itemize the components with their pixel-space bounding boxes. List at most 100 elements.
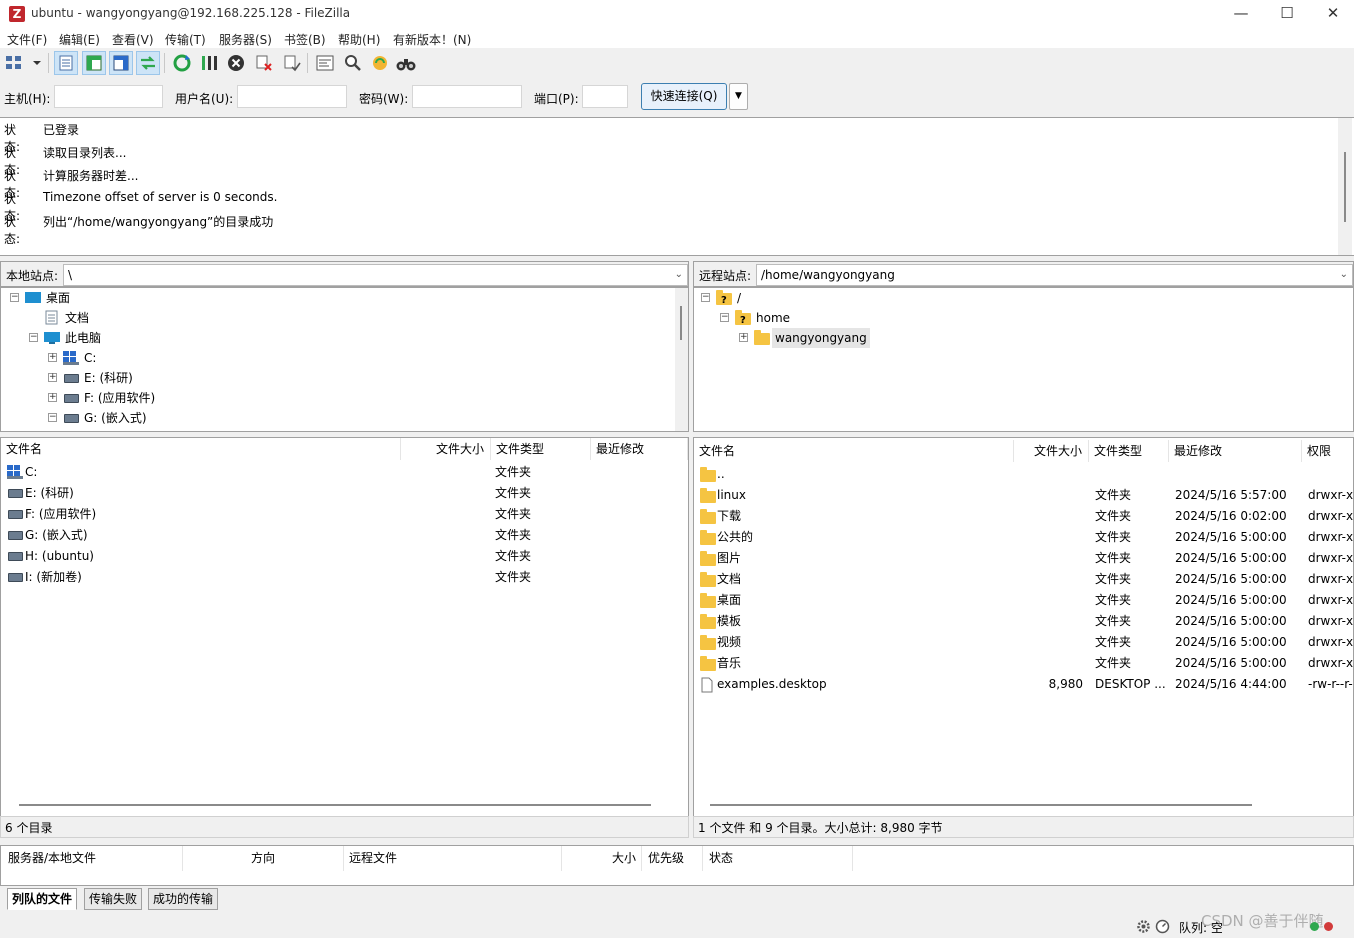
local-list-hscrollbar[interactable] bbox=[19, 804, 651, 806]
file-row[interactable]: 桌面 文件夹 2024/5/16 5:00:00 drwxr-xr bbox=[694, 590, 1353, 611]
local-path-input[interactable]: \ ⌄ bbox=[63, 264, 688, 286]
quickconnect-history-dropdown[interactable]: ▼ bbox=[729, 83, 748, 110]
directory-listing-filter-button[interactable] bbox=[313, 51, 337, 75]
queue-column-server-local-file[interactable]: 服务器/本地文件 bbox=[1, 846, 183, 871]
menu-transfer[interactable]: 传输(T) bbox=[165, 31, 206, 48]
remote-file-list[interactable]: 文件名 文件大小 文件类型 最近修改 权限 ˆ .. linux 文件夹 202… bbox=[693, 437, 1354, 817]
file-row[interactable]: F: (应用软件) 文件夹 bbox=[1, 504, 688, 525]
refresh-button[interactable] bbox=[170, 51, 194, 75]
tree-item[interactable]: + F: (应用软件) bbox=[1, 388, 671, 408]
chevron-down-icon[interactable]: ⌄ bbox=[1340, 265, 1348, 285]
column-header-type[interactable]: 文件类型 bbox=[1089, 440, 1169, 462]
disconnect-button[interactable] bbox=[252, 51, 276, 75]
column-header-size[interactable]: 文件大小 bbox=[401, 438, 491, 460]
queue-column-size[interactable]: 大小 bbox=[562, 846, 642, 871]
toggle-log-button[interactable] bbox=[54, 51, 78, 75]
toggle-queue-button[interactable] bbox=[136, 51, 160, 75]
menu-file[interactable]: 文件(F) bbox=[7, 31, 47, 48]
search-remote-files-button[interactable] bbox=[394, 51, 418, 75]
tree-item[interactable]: + C: bbox=[1, 348, 671, 368]
local-tree-scrollbar[interactable] bbox=[675, 288, 688, 431]
host-input[interactable] bbox=[54, 85, 163, 108]
expand-icon[interactable]: + bbox=[48, 393, 57, 402]
tab-successful-transfers[interactable]: 成功的传输 bbox=[148, 888, 219, 910]
file-row[interactable]: 下载 文件夹 2024/5/16 0:02:00 drwxr-xr bbox=[694, 506, 1353, 527]
file-row[interactable]: 视频 文件夹 2024/5/16 5:00:00 drwxr-xr bbox=[694, 632, 1353, 653]
maximize-icon[interactable]: ☐ bbox=[1264, 0, 1310, 28]
remote-list-hscrollbar[interactable] bbox=[710, 804, 1252, 806]
tree-item[interactable]: − 此电脑 bbox=[1, 328, 671, 348]
file-row[interactable]: 图片 文件夹 2024/5/16 5:00:00 drwxr-xr bbox=[694, 548, 1353, 569]
tree-item[interactable]: − ? / bbox=[694, 288, 1334, 308]
minimize-icon[interactable]: — bbox=[1218, 0, 1264, 28]
transfer-queue[interactable]: 服务器/本地文件 方向 远程文件 大小 优先级 状态 bbox=[0, 845, 1354, 886]
message-log[interactable]: 状态: 已登录 状态: 读取目录列表... 状态: 计算服务器时差... 状态: Tim… bbox=[0, 117, 1354, 256]
collapse-icon[interactable]: − bbox=[701, 293, 710, 302]
username-input[interactable] bbox=[237, 85, 347, 108]
column-header-modified[interactable]: 最近修改 bbox=[591, 438, 688, 460]
file-row[interactable]: 音乐 文件夹 2024/5/16 5:00:00 drwxr-xr bbox=[694, 653, 1353, 674]
file-row[interactable]: H: (ubuntu) 文件夹 bbox=[1, 546, 688, 567]
tab-failed-transfers[interactable]: 传输失败 bbox=[84, 888, 143, 910]
tree-item[interactable]: − ? home bbox=[694, 308, 1334, 328]
scrollbar-thumb[interactable] bbox=[1344, 152, 1346, 222]
log-scrollbar[interactable] bbox=[1338, 118, 1352, 255]
compare-directories-button[interactable] bbox=[341, 51, 365, 75]
queue-column-remote-file[interactable]: 远程文件 bbox=[344, 846, 562, 871]
cancel-operation-button[interactable] bbox=[224, 51, 248, 75]
quickconnect-button[interactable]: 快速连接(Q) bbox=[641, 83, 727, 110]
password-input[interactable] bbox=[412, 85, 522, 108]
toggle-remote-tree-button[interactable] bbox=[109, 51, 133, 75]
queue-column-status[interactable]: 状态 bbox=[703, 846, 853, 871]
local-file-list[interactable]: 文件名 文件大小 文件类型 最近修改 ˆ C: 文件夹 E: (科研) 文件夹 … bbox=[0, 437, 689, 817]
queue-column-direction[interactable]: 方向 bbox=[183, 846, 344, 871]
collapse-icon[interactable]: − bbox=[48, 413, 57, 422]
remote-path-input[interactable]: /home/wangyongyang ⌄ bbox=[756, 264, 1353, 286]
local-directory-tree[interactable]: − 桌面 文档 − 此电脑 + C: + E: (科研) + F: (应用软件)… bbox=[0, 287, 689, 432]
column-header-size[interactable]: 文件大小 bbox=[1014, 440, 1089, 462]
menu-new-version[interactable]: 有新版本！(N) bbox=[393, 31, 471, 48]
file-row[interactable]: I: (新加卷) 文件夹 bbox=[1, 567, 688, 588]
menu-view[interactable]: 查看(V) bbox=[112, 31, 154, 48]
file-row[interactable]: 公共的 文件夹 2024/5/16 5:00:00 drwxr-xr bbox=[694, 527, 1353, 548]
expand-icon[interactable]: + bbox=[739, 333, 748, 342]
tree-item[interactable]: − 桌面 bbox=[1, 288, 671, 308]
sync-browsing-button[interactable] bbox=[368, 51, 392, 75]
scrollbar-thumb[interactable] bbox=[680, 306, 682, 340]
close-icon[interactable]: ✕ bbox=[1310, 0, 1354, 28]
tab-queued-files[interactable]: 列队的文件 bbox=[7, 888, 78, 910]
file-type: 文件夹 bbox=[1095, 572, 1132, 586]
menu-help[interactable]: 帮助(H) bbox=[338, 31, 380, 48]
port-input[interactable] bbox=[582, 85, 628, 108]
menu-bookmarks[interactable]: 书签(B) bbox=[284, 31, 326, 48]
chevron-down-icon[interactable]: ⌄ bbox=[675, 265, 683, 285]
site-manager-button[interactable] bbox=[4, 51, 44, 75]
collapse-icon[interactable]: − bbox=[720, 313, 729, 322]
file-row[interactable]: 模板 文件夹 2024/5/16 5:00:00 drwxr-xr bbox=[694, 611, 1353, 632]
file-row[interactable]: C: 文件夹 bbox=[1, 462, 688, 483]
column-header-permissions[interactable]: 权限 bbox=[1302, 440, 1353, 462]
tree-item[interactable]: + wangyongyang bbox=[694, 328, 1334, 348]
file-row[interactable]: 文档 文件夹 2024/5/16 5:00:00 drwxr-xr bbox=[694, 569, 1353, 590]
menu-server[interactable]: 服务器(S) bbox=[219, 31, 272, 48]
column-header-modified[interactable]: 最近修改 bbox=[1169, 440, 1302, 462]
expand-icon[interactable]: + bbox=[48, 353, 57, 362]
file-row[interactable]: .. bbox=[694, 464, 1353, 485]
expand-icon[interactable]: + bbox=[48, 373, 57, 382]
column-header-type[interactable]: 文件类型 bbox=[491, 438, 591, 460]
reconnect-button[interactable] bbox=[280, 51, 304, 75]
file-row[interactable]: examples.desktop 8,980 DESKTOP ... 2024/… bbox=[694, 674, 1353, 695]
collapse-icon[interactable]: − bbox=[10, 293, 19, 302]
file-row[interactable]: linux 文件夹 2024/5/16 5:57:00 drwxr-xr bbox=[694, 485, 1353, 506]
file-row[interactable]: G: (嵌入式) 文件夹 bbox=[1, 525, 688, 546]
menu-edit[interactable]: 编辑(E) bbox=[59, 31, 100, 48]
tree-item[interactable]: 文档 bbox=[1, 308, 671, 328]
tree-item[interactable]: + E: (科研) bbox=[1, 368, 671, 388]
tree-item[interactable]: − G: (嵌入式) bbox=[1, 408, 671, 428]
queue-column-priority[interactable]: 优先级 bbox=[642, 846, 703, 871]
file-row[interactable]: E: (科研) 文件夹 bbox=[1, 483, 688, 504]
toggle-local-tree-button[interactable] bbox=[82, 51, 106, 75]
process-queue-button[interactable] bbox=[197, 51, 221, 75]
collapse-icon[interactable]: − bbox=[29, 333, 38, 342]
remote-directory-tree[interactable]: − ? / − ? home + wangyongyang bbox=[693, 287, 1354, 432]
